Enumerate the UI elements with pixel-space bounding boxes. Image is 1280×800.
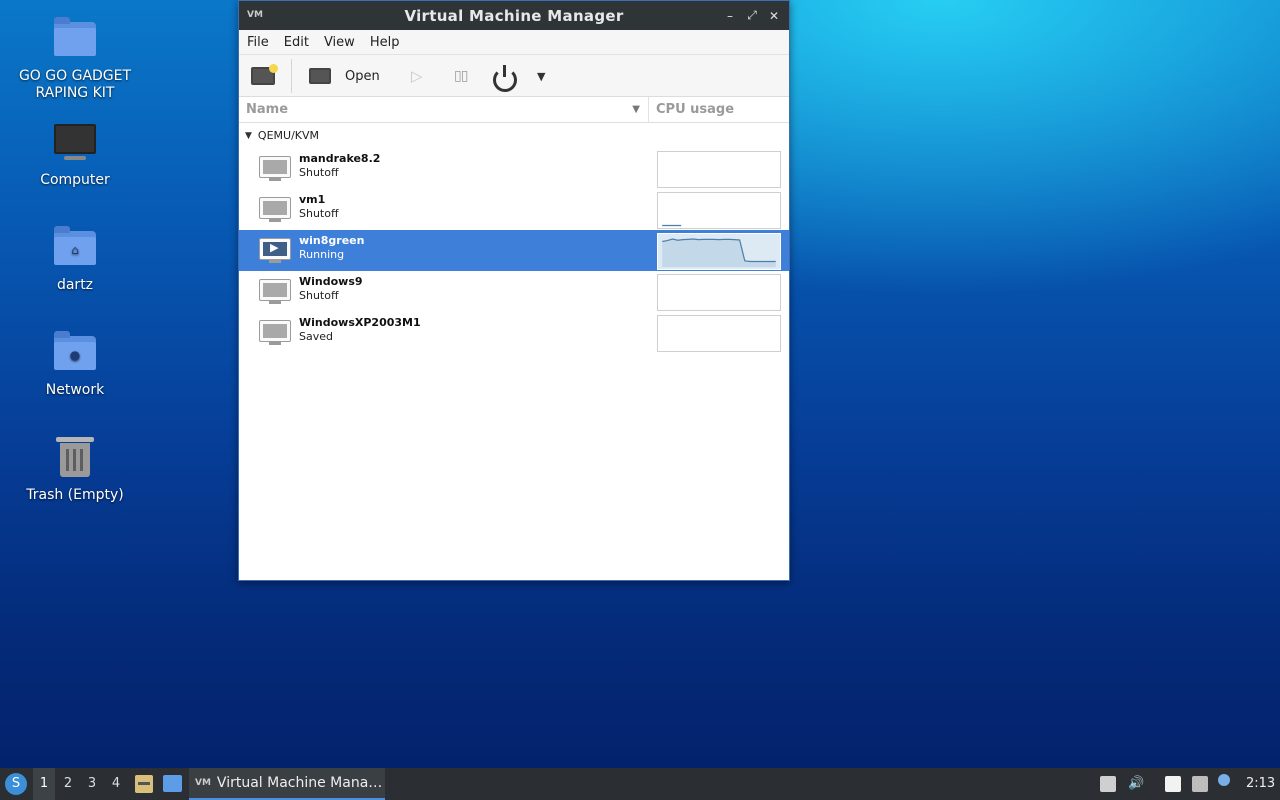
menubar: File Edit View Help bbox=[239, 30, 789, 55]
cpu-area bbox=[662, 239, 776, 268]
trash-icon bbox=[52, 435, 98, 481]
clock: 2:13 bbox=[1246, 776, 1276, 791]
power-icon[interactable] bbox=[493, 65, 517, 92]
cpu-graph bbox=[657, 192, 781, 229]
cpu-graph bbox=[657, 274, 781, 311]
vmm-app-icon: VM bbox=[247, 10, 263, 20]
vm-monitor-icon bbox=[259, 320, 291, 346]
sort-chevron-icon: ▼ bbox=[632, 104, 640, 115]
play-icon: ▶ bbox=[270, 241, 279, 254]
menu-file[interactable]: File bbox=[247, 35, 269, 50]
play-icon: ▷ bbox=[411, 67, 423, 85]
desktop: GO GO GADGET RAPING KIT Computer ⌂ dartz… bbox=[0, 0, 1280, 768]
vm-state: Saved bbox=[299, 330, 333, 343]
vm-name: vm1 bbox=[299, 193, 326, 206]
run-button[interactable]: ▷ bbox=[411, 59, 423, 93]
pause-button[interactable]: ▯▯ bbox=[454, 59, 468, 93]
column-name-label: Name bbox=[246, 102, 289, 117]
connection-row-qemu[interactable]: ▼ QEMU/KVM bbox=[239, 123, 789, 148]
close-icon[interactable]: ✕ bbox=[765, 9, 783, 23]
column-cpu-label: CPU usage bbox=[656, 102, 735, 117]
volume-icon[interactable]: 🔊 bbox=[1128, 768, 1144, 800]
start-menu-icon[interactable]: S bbox=[5, 773, 27, 795]
taskbar: S 1 2 3 4 VM Virtual Machine Mana… 🔊 2:1… bbox=[0, 768, 1280, 800]
maximize-icon[interactable]: ⤢ bbox=[743, 8, 761, 23]
window-titlebar[interactable]: VM Virtual Machine Manager – ⤢ ✕ bbox=[239, 1, 789, 30]
menu-edit[interactable]: Edit bbox=[284, 35, 309, 50]
minimize-icon[interactable]: – bbox=[721, 9, 739, 23]
chevron-down-icon: ▼ bbox=[537, 69, 546, 83]
vm-state: Shutoff bbox=[299, 289, 339, 302]
workspace-2[interactable]: 2 bbox=[57, 768, 79, 800]
cpu-graph bbox=[657, 151, 781, 188]
folder-icon bbox=[52, 16, 98, 62]
clipboard-icon[interactable] bbox=[1165, 776, 1181, 792]
shutdown-menu-button[interactable]: ▼ bbox=[537, 59, 545, 93]
vm-row-selected[interactable]: ▶ win8green Running bbox=[239, 230, 789, 271]
vm-monitor-icon bbox=[259, 279, 291, 305]
cpu-graph bbox=[657, 315, 781, 352]
vm-state: Shutoff bbox=[299, 207, 339, 220]
new-vm-button[interactable] bbox=[251, 59, 278, 93]
expander-icon[interactable]: ▼ bbox=[245, 131, 252, 141]
column-header-name[interactable]: Name ▼ bbox=[239, 97, 649, 122]
desktop-icon-label: GO GO GADGET RAPING KIT bbox=[18, 68, 132, 101]
monitor-icon bbox=[309, 68, 331, 84]
desktop-icon-label: Network bbox=[45, 382, 105, 398]
file-manager-icon[interactable] bbox=[135, 775, 153, 793]
vm-name: WindowsXP2003M1 bbox=[299, 316, 421, 329]
open-button[interactable]: Open bbox=[309, 59, 380, 93]
home-folder-icon: ⌂ bbox=[52, 225, 98, 271]
workspace-3[interactable]: 3 bbox=[81, 768, 103, 800]
toolbar: Open ▷ ▯▯ ▼ bbox=[239, 55, 789, 97]
show-desktop-icon[interactable] bbox=[163, 775, 182, 792]
vm-name: win8green bbox=[299, 234, 365, 247]
workspace-1[interactable]: 1 bbox=[33, 768, 55, 800]
eject-icon[interactable] bbox=[1100, 776, 1116, 792]
desktop-icon-home[interactable]: ⌂ dartz bbox=[10, 225, 140, 294]
vm-monitor-icon bbox=[259, 156, 291, 182]
window-controls: – ⤢ ✕ bbox=[721, 1, 783, 30]
menu-help[interactable]: Help bbox=[370, 35, 400, 50]
menu-view[interactable]: View bbox=[324, 35, 355, 50]
desktop-icon-computer[interactable]: Computer bbox=[10, 120, 140, 189]
vm-row[interactable]: Windows9 Shutoff bbox=[239, 271, 789, 312]
desktop-icon-network[interactable]: ● Network bbox=[10, 330, 140, 399]
vm-list: mandrake8.2 Shutoff vm1 Shutoff ▶ win8gr… bbox=[239, 148, 789, 353]
desktop-icon-label: Trash (Empty) bbox=[26, 487, 124, 503]
toolbar-separator bbox=[291, 59, 292, 93]
vmm-app-icon: VM bbox=[195, 778, 211, 788]
list-header: Name ▼ CPU usage bbox=[239, 97, 789, 123]
vm-monitor-icon bbox=[259, 197, 291, 223]
vm-row[interactable]: mandrake8.2 Shutoff bbox=[239, 148, 789, 189]
network-icon[interactable] bbox=[1192, 776, 1208, 792]
desktop-icon-label: dartz bbox=[56, 277, 94, 293]
desktop-icon-label: Computer bbox=[40, 172, 110, 188]
window-title: Virtual Machine Manager bbox=[404, 6, 624, 25]
vm-row[interactable]: WindowsXP2003M1 Saved bbox=[239, 312, 789, 353]
network-folder-icon: ● bbox=[52, 330, 98, 376]
vm-row[interactable]: vm1 Shutoff bbox=[239, 189, 789, 230]
new-vm-icon bbox=[251, 64, 278, 85]
notification-icon[interactable] bbox=[1218, 774, 1230, 786]
vm-state: Shutoff bbox=[299, 166, 339, 179]
pause-icon: ▯▯ bbox=[454, 68, 468, 84]
vm-name: mandrake8.2 bbox=[299, 152, 381, 165]
desktop-icon-gadget-folder[interactable]: GO GO GADGET RAPING KIT bbox=[10, 16, 140, 102]
open-label: Open bbox=[345, 68, 380, 84]
connection-label: QEMU/KVM bbox=[257, 129, 320, 142]
cpu-graph bbox=[657, 233, 781, 270]
vmm-window: VM Virtual Machine Manager – ⤢ ✕ File Ed… bbox=[238, 0, 790, 581]
taskbar-task-vmm[interactable]: VM Virtual Machine Mana… bbox=[189, 768, 385, 800]
desktop-icon-trash[interactable]: Trash (Empty) bbox=[10, 435, 140, 504]
column-header-cpu[interactable]: CPU usage bbox=[649, 97, 789, 122]
task-label: Virtual Machine Mana… bbox=[216, 775, 383, 791]
computer-icon bbox=[52, 120, 98, 166]
workspace-4[interactable]: 4 bbox=[105, 768, 127, 800]
vm-state: Running bbox=[299, 248, 345, 261]
vm-name: Windows9 bbox=[299, 275, 363, 288]
